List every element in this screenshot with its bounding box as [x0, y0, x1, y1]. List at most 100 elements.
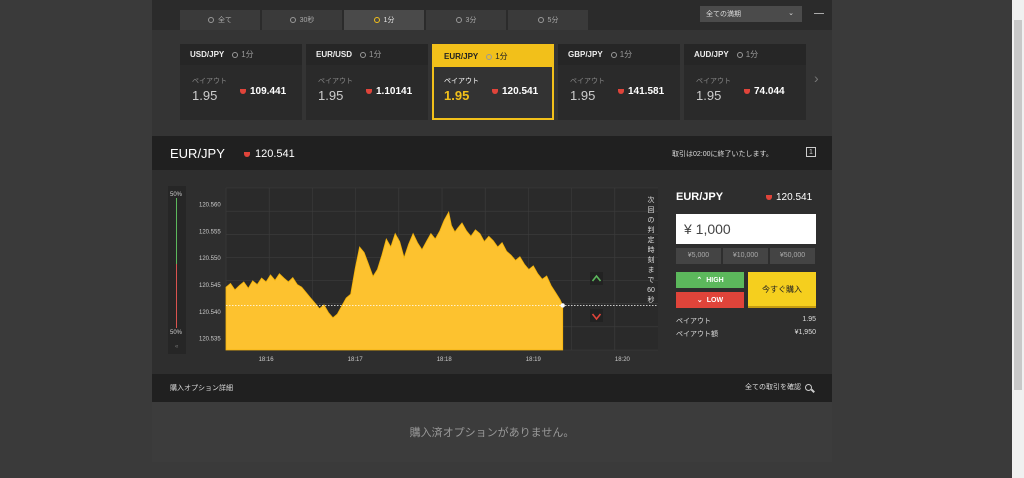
- quick-amount-5000[interactable]: ¥5,000: [676, 248, 721, 264]
- card-header: AUD/JPY 1分: [684, 44, 806, 65]
- price-text: 74.044: [754, 86, 785, 97]
- current-price-dot: [560, 303, 565, 308]
- down-arrow-icon: [240, 89, 246, 94]
- duration-tabs: 全て 30秒 1分 3分 5分: [180, 10, 588, 30]
- reset-icon[interactable]: «: [175, 344, 178, 350]
- card-header: GBP/JPY 1分: [558, 44, 680, 65]
- buy-now-button[interactable]: 今すぐ購入: [748, 272, 816, 308]
- trade-price: 120.541: [766, 192, 812, 203]
- tab-1min[interactable]: 1分: [344, 10, 424, 30]
- payout-value: 1.95: [192, 88, 218, 103]
- tab-all[interactable]: 全て: [180, 10, 260, 30]
- clock-icon: [610, 51, 617, 58]
- tab-label: 1分: [383, 17, 395, 24]
- amount-input[interactable]: ¥ 1,000: [676, 214, 816, 244]
- expiry-select[interactable]: 全ての満期 ⌄: [700, 6, 802, 22]
- tab-label: 30秒: [299, 17, 315, 24]
- card-duration: 1分: [360, 49, 381, 60]
- payout-amount-value: ¥1,950: [794, 329, 816, 336]
- card-header: EUR/JPY 1分: [434, 46, 552, 67]
- clock-icon: [373, 17, 380, 23]
- purchase-details-bar: 購入オプション詳細 全ての取引を確認: [152, 374, 832, 402]
- gauge-low-bar: [176, 264, 177, 328]
- y-tick-label: 120.545: [199, 283, 221, 289]
- payout-row: ペイアウト 1.95: [676, 316, 816, 326]
- pair-card-eurjpy[interactable]: EUR/JPY 1分 ペイアウト 1.95 120.541: [432, 44, 554, 120]
- low-button[interactable]: ⌄ LOW: [676, 292, 744, 308]
- payout-amount-row: ペイアウト額 ¥1,950: [676, 329, 816, 339]
- duration-text: 1分: [369, 50, 382, 59]
- duration-text: 1分: [495, 52, 508, 61]
- pair-card-audjpy[interactable]: AUD/JPY 1分 ペイアウト 1.95 74.044: [684, 44, 806, 120]
- pair-card-usdjpy[interactable]: USD/JPY 1分 ペイアウト 1.95 109.441: [180, 44, 302, 120]
- selected-pair-name: EUR/JPY: [170, 146, 225, 161]
- card-pair: EUR/JPY: [444, 52, 479, 61]
- payout-value: 1.95: [696, 88, 722, 103]
- price-text: 141.581: [628, 86, 665, 97]
- trade-end-message: 取引は02:00に終了いたします。: [672, 151, 773, 158]
- trading-panel: 全て 30秒 1分 3分 5分 全ての満期 ⌄ USD/JPY 1分 ペイアウト 1…: [152, 0, 832, 462]
- down-arrow-icon: [618, 89, 624, 94]
- details-title: 購入オプション詳細: [170, 385, 233, 392]
- page-scrollbar[interactable]: [1012, 0, 1024, 478]
- chevron-right-icon[interactable]: ›: [814, 70, 819, 86]
- down-arrow-icon: [766, 195, 772, 200]
- countdown-text: 次回の判定時刻まで 60 秒: [647, 195, 655, 304]
- view-all-label: 全ての取引を確認: [745, 384, 801, 391]
- payout-label: ペイアウト: [676, 318, 711, 325]
- tab-30s[interactable]: 30秒: [262, 10, 342, 30]
- x-tick-label: 18:20: [615, 357, 631, 363]
- chevron-down-icon: ⌄: [788, 10, 794, 17]
- x-tick-label: 18:16: [259, 357, 275, 363]
- high-button[interactable]: ⌃ HIGH: [676, 272, 744, 288]
- clock-icon: [537, 17, 544, 23]
- card-price: 141.581: [618, 86, 664, 97]
- price-text: 109.441: [250, 86, 287, 97]
- card-duration: 1分: [232, 49, 254, 60]
- card-duration: 1分: [736, 49, 758, 60]
- card-price: 109.441: [240, 86, 286, 97]
- card-pair: GBP/JPY: [568, 50, 603, 59]
- quick-amount-50000[interactable]: ¥50,000: [770, 248, 815, 264]
- x-tick-label: 18:17: [348, 357, 364, 363]
- payout-label: ペイアウト: [570, 78, 605, 85]
- payout-value: 1.95: [318, 88, 344, 103]
- payout-value: 1.95: [444, 88, 470, 103]
- quick-amount-10000[interactable]: ¥10,000: [723, 248, 768, 264]
- payout-label: ペイアウト: [318, 78, 353, 85]
- menu-icon[interactable]: [814, 13, 824, 14]
- clock-icon: [232, 51, 239, 58]
- y-tick-label: 120.555: [199, 229, 221, 235]
- card-duration: 1分: [486, 51, 508, 62]
- tab-3min[interactable]: 3分: [426, 10, 506, 30]
- empty-message: 購入済オプションがありません。: [409, 427, 575, 439]
- gauge-high-bar: [176, 198, 177, 264]
- scrollbar-thumb[interactable]: [1014, 20, 1022, 390]
- down-arrow-icon: [492, 89, 498, 94]
- calendar-icon[interactable]: 1: [806, 147, 816, 157]
- tab-label: 全て: [218, 17, 232, 24]
- high-label: HIGH: [706, 276, 724, 284]
- pair-card-gbpjpy[interactable]: GBP/JPY 1分 ペイアウト 1.95 141.581: [558, 44, 680, 120]
- sentiment-gauge: 50% 50% «: [168, 186, 186, 354]
- down-arrow-icon: [366, 89, 372, 94]
- price-text: 120.541: [776, 192, 813, 203]
- search-icon: [805, 383, 812, 391]
- clock-icon: [208, 17, 214, 23]
- x-tick-label: 18:18: [437, 357, 453, 363]
- pair-card-eurusd[interactable]: EUR/USD 1分 ペイアウト 1.95 1.10141: [306, 44, 428, 120]
- gauge-bottom-label: 50%: [170, 330, 183, 336]
- tab-5min[interactable]: 5分: [508, 10, 588, 30]
- view-all-trades-link[interactable]: 全ての取引を確認: [745, 382, 812, 392]
- y-tick-label: 120.550: [199, 256, 221, 262]
- x-tick-label: 18:19: [526, 357, 542, 363]
- down-arrow-icon: [744, 89, 750, 94]
- price-chart: 120.560 120.555 120.550 120.545 120.540 120.5…: [199, 187, 658, 363]
- price-text: 120.541: [502, 86, 539, 97]
- payout-value: 1.95: [570, 88, 596, 103]
- payout-amount-label: ペイアウト額: [676, 331, 718, 338]
- trade-pair-name: EUR/JPY: [676, 191, 724, 203]
- card-price: 74.044: [744, 86, 785, 97]
- card-header: EUR/USD 1分: [306, 44, 428, 65]
- card-duration: 1分: [610, 49, 632, 60]
